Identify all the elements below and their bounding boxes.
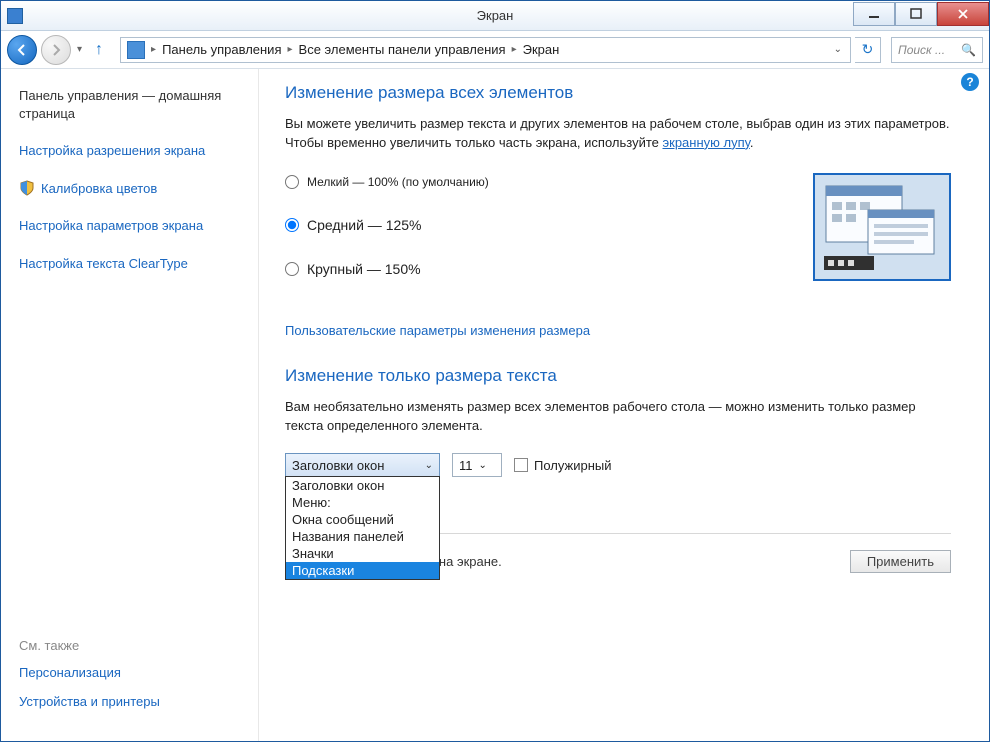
dropdown-option-selected[interactable]: Подсказки [286,562,439,579]
dropdown-option[interactable]: Заголовки окон [286,477,439,494]
search-input[interactable]: Поиск ... 🔍 [891,37,983,63]
sidebar-link-label: Калибровка цветов [41,180,157,198]
dropdown-option[interactable]: Меню: [286,494,439,511]
radio-list: Мелкий — 100% (по умолчанию) Средний — 1… [285,171,813,305]
preview-image [813,173,951,281]
back-button[interactable] [7,35,37,65]
font-size-combo[interactable]: 11 ⌄ [452,453,502,477]
chevron-down-icon: ⌄ [425,460,433,471]
sidebar-link-resolution[interactable]: Настройка разрешения экрана [19,142,248,160]
content-body: Панель управления — домашняя страница На… [1,69,989,741]
forward-button[interactable] [41,35,71,65]
breadcrumb-2[interactable]: Все элементы панели управления [295,42,510,57]
apply-button[interactable]: Применить [850,550,951,573]
breadcrumb-sep: ▸ [510,44,519,55]
address-dropdown-icon[interactable]: ⌄ [828,44,848,55]
main-panel: ? Изменение размера всех элементов Вы мо… [259,69,989,741]
refresh-button[interactable]: ↻ [855,37,881,63]
maximize-button[interactable] [895,2,937,26]
radio-large-label: Крупный — 150% [307,261,421,277]
history-dropdown-icon[interactable]: ▾ [77,44,82,55]
sidebar-link-devices[interactable]: Устройства и принтеры [19,694,248,709]
help-icon[interactable]: ? [961,73,979,91]
sidebar-link-cleartype[interactable]: Настройка текста ClearType [19,255,248,273]
checkbox-box[interactable] [514,458,528,472]
dropdown-option[interactable]: Значки [286,545,439,562]
sidebar-link-calibration[interactable]: Калибровка цветов [19,180,248,198]
radio-small-input[interactable] [285,175,299,189]
titlebar: Экран [1,1,989,31]
shield-icon [19,180,35,196]
description-1: Вы можете увеличить размер текста и друг… [285,115,951,153]
radio-large-input[interactable] [285,262,299,276]
chevron-down-icon: ⌄ [479,460,487,471]
bold-checkbox[interactable]: Полужирный [514,458,612,473]
combo-value: Заголовки окон [292,458,384,473]
radio-small-label: Мелкий — 100% (по умолчанию) [307,175,489,189]
element-type-combo[interactable]: Заголовки окон ⌄ [285,453,440,477]
folder-icon [127,41,145,59]
see-also-heading: См. также [19,638,248,653]
nav-toolbar: ▾ ↑ ▸ Панель управления ▸ Все элементы п… [1,31,989,69]
breadcrumb-sep: ▸ [149,44,158,55]
up-button[interactable]: ↑ [88,39,110,61]
dropdown-option[interactable]: Названия панелей [286,528,439,545]
window-icon [7,8,23,24]
sidebar-link-display-params[interactable]: Настройка параметров экрана [19,217,248,235]
radio-small[interactable]: Мелкий — 100% (по умолчанию) [285,175,813,189]
radio-medium[interactable]: Средний — 125% [285,217,813,233]
sidebar-link-personalization[interactable]: Персонализация [19,665,248,680]
search-placeholder: Поиск ... [898,43,945,57]
radio-medium-label: Средний — 125% [307,217,422,233]
radio-medium-input[interactable] [285,218,299,232]
close-button[interactable] [937,2,989,26]
window-controls [853,5,989,26]
description-2: Вам необязательно изменять размер всех э… [285,398,951,436]
element-type-dropdown: Заголовки окон Меню: Окна сообщений Назв… [285,476,440,580]
text-size-controls: Заголовки окон ⌄ 11 ⌄ Полужирный Заголов… [285,453,951,477]
sidebar-home[interactable]: Панель управления — домашняя страница [19,87,248,122]
breadcrumb-sep: ▸ [286,44,295,55]
heading-resize-all: Изменение размера всех элементов [285,83,951,103]
window-title: Экран [477,8,514,23]
size-selection: Мелкий — 100% (по умолчанию) Средний — 1… [285,171,951,305]
size-value: 11 [459,458,473,473]
custom-sizing-link[interactable]: Пользовательские параметры изменения раз… [285,323,951,338]
heading-text-only: Изменение только размера текста [285,366,951,386]
display-settings-window: Экран ▾ ↑ ▸ Панель управления ▸ Все элем… [0,0,990,742]
breadcrumb-1[interactable]: Панель управления [158,42,285,57]
desc-text: Вы можете увеличить размер текста и друг… [285,116,949,150]
address-bar[interactable]: ▸ Панель управления ▸ Все элементы панел… [120,37,851,63]
minimize-button[interactable] [853,2,895,26]
search-icon: 🔍 [961,43,976,57]
sidebar: Панель управления — домашняя страница На… [1,69,259,741]
magnifier-link[interactable]: экранную лупу [663,135,750,150]
breadcrumb-3[interactable]: Экран [519,42,564,57]
dropdown-option[interactable]: Окна сообщений [286,511,439,528]
bold-label: Полужирный [534,458,612,473]
radio-large[interactable]: Крупный — 150% [285,261,813,277]
